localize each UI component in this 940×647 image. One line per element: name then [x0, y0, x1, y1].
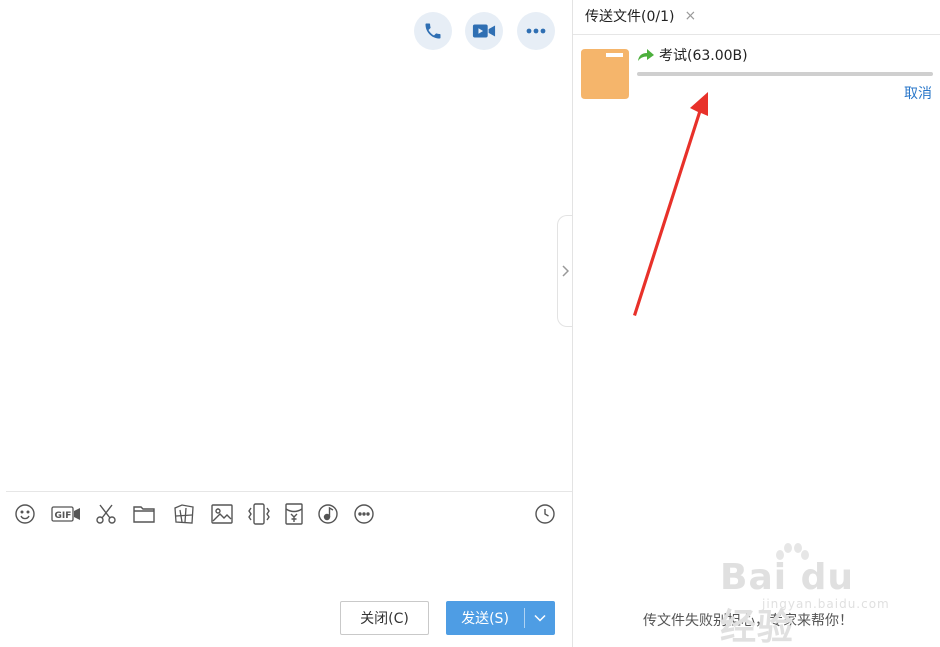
- send-options-dropdown[interactable]: [525, 614, 555, 622]
- file-transfer-panel: 传送文件(0/1) × 考试(63.00B) 取消 传文件失败别担心，专家来帮你…: [573, 0, 940, 647]
- vibrate-icon: [248, 503, 270, 525]
- music-button[interactable]: [316, 502, 340, 526]
- send-folder-button[interactable]: [132, 502, 156, 526]
- music-icon: [318, 504, 338, 524]
- chevron-right-icon: [562, 265, 569, 277]
- red-packet-icon: [285, 503, 303, 525]
- phone-call-button[interactable]: [414, 12, 452, 50]
- send-button-label: 发送(S): [461, 611, 509, 627]
- window-shake-button[interactable]: [247, 502, 271, 526]
- input-divider: [6, 491, 572, 492]
- history-clock-icon: [535, 504, 555, 524]
- tab-file-transfer-label: 传送文件(0/1): [585, 9, 675, 25]
- send-arrow-icon: [637, 48, 655, 62]
- cancel-transfer-link[interactable]: 取消: [904, 83, 932, 103]
- message-history-button[interactable]: [533, 502, 557, 526]
- smiley-icon: [15, 504, 35, 524]
- transfer-progress-bar: [637, 72, 933, 76]
- video-camera-icon: [472, 24, 496, 38]
- picture-button[interactable]: [210, 502, 234, 526]
- scissors-icon: [96, 504, 116, 524]
- file-transfer-item: 考试(63.00B) 取消: [579, 45, 934, 105]
- close-icon[interactable]: ×: [684, 8, 696, 24]
- screenshot-button[interactable]: [94, 502, 118, 526]
- red-packet-button[interactable]: [282, 502, 306, 526]
- video-call-button[interactable]: [465, 12, 503, 50]
- gif-button[interactable]: GIF: [51, 502, 81, 526]
- folder-icon: [581, 49, 629, 99]
- file-name-row: 考试(63.00B): [637, 45, 748, 65]
- tab-divider: [573, 34, 940, 35]
- more-circle-icon: [354, 504, 374, 524]
- folder-outline-icon: [133, 506, 155, 523]
- picture-icon: [211, 504, 233, 524]
- send-button[interactable]: 发送(S): [446, 601, 555, 635]
- more-tools-button[interactable]: [352, 502, 376, 526]
- chat-pane: GIF 关闭(C) 发送(S): [0, 0, 573, 647]
- tab-file-transfer[interactable]: 传送文件(0/1) ×: [573, 0, 707, 34]
- transfer-help-tip[interactable]: 传文件失败别担心，专家来帮你！: [643, 610, 853, 630]
- chevron-down-icon: [534, 614, 546, 622]
- shake-image-button[interactable]: [172, 502, 196, 526]
- more-actions-button[interactable]: [517, 12, 555, 50]
- more-dots-icon: [526, 28, 546, 34]
- gif-icon: GIF: [51, 506, 80, 522]
- svg-text:GIF: GIF: [55, 511, 72, 521]
- image-shake-icon: [174, 504, 194, 524]
- close-button[interactable]: 关闭(C): [340, 601, 429, 635]
- file-name: 考试(63.00B): [659, 48, 748, 64]
- collapse-panel-handle[interactable]: [557, 215, 573, 327]
- emoji-button[interactable]: [13, 502, 37, 526]
- phone-icon: [425, 23, 441, 39]
